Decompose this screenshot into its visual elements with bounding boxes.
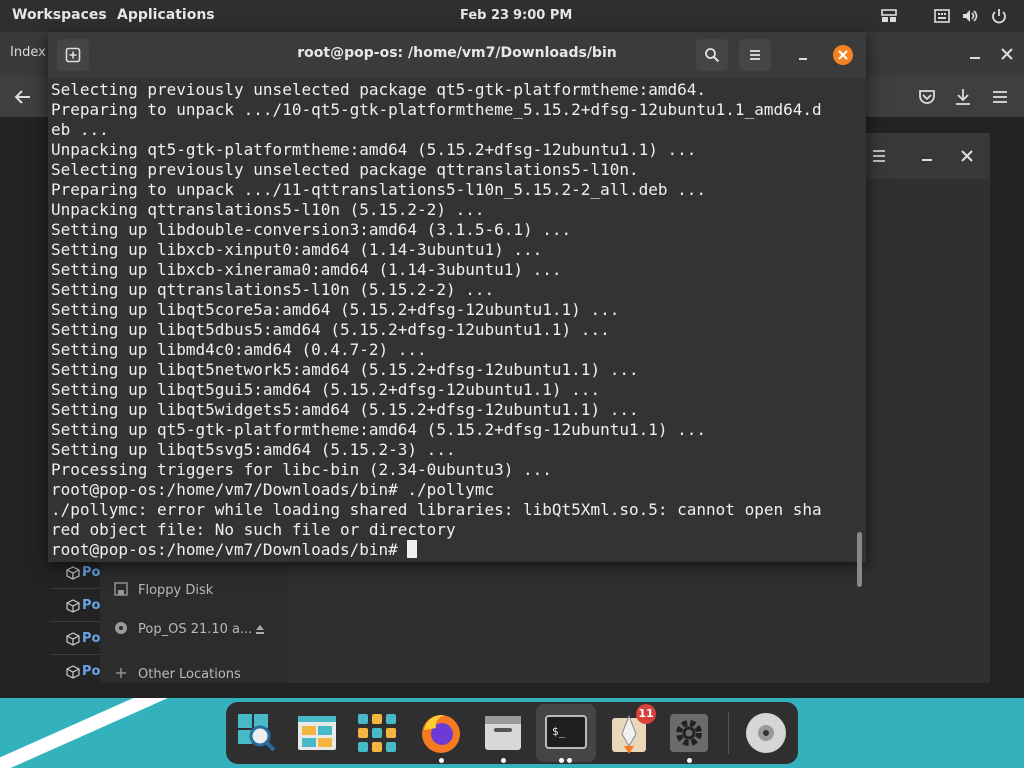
menu-icon[interactable]: [985, 82, 1015, 112]
sidebar-item-other-locations[interactable]: Other Locations: [114, 666, 241, 682]
hamburger-icon: [750, 50, 760, 60]
settings-icon[interactable]: [666, 710, 712, 756]
sidebar-item-label: Floppy Disk: [138, 583, 214, 598]
minimize-icon[interactable]: [788, 40, 818, 70]
terminal-line: Setting up libxcb-xinput0:amd64 (1.14-3u…: [51, 240, 543, 259]
package-icon: [66, 632, 80, 646]
dock-separator: [728, 712, 729, 754]
terminal-line: root@pop-os:/home/vm7/Downloads/bin# ./p…: [51, 480, 495, 499]
running-indicator: [439, 758, 444, 763]
running-indicator: [559, 758, 564, 763]
dock: $_: [226, 702, 798, 764]
terminal-line: Setting up libqt5core5a:amd64 (5.15.2+df…: [51, 300, 620, 319]
top-bar: Workspaces Applications Feb 23 9:00 PM: [0, 0, 1024, 32]
running-indicator: [501, 758, 506, 763]
terminal-icon[interactable]: $_: [543, 710, 589, 756]
terminal-line: ./pollymc: error while loading shared li…: [51, 500, 822, 519]
disc-icon: [115, 622, 127, 634]
menu-button[interactable]: [739, 39, 771, 71]
floppy-icon: [114, 582, 128, 596]
search-icon: [705, 48, 720, 63]
terminal-line: Setting up qt5-gtk-platformtheme:amd64 (…: [51, 420, 707, 439]
tile-windows-icon[interactable]: [880, 7, 898, 25]
terminal-line: eb ...: [51, 120, 109, 139]
keyboard-icon[interactable]: [933, 7, 951, 25]
terminal-scrollbar[interactable]: [857, 532, 862, 587]
clock-time[interactable]: 9:00 PM: [513, 8, 572, 23]
package-icon: [66, 566, 80, 580]
back-arrow-icon[interactable]: [8, 82, 38, 112]
download-icon[interactable]: [948, 82, 978, 112]
close-icon[interactable]: [828, 40, 858, 70]
text-cursor: [407, 540, 418, 558]
list-item-label: Po: [82, 598, 101, 613]
package-icon: [66, 665, 80, 679]
wallpaper-stripe: [0, 698, 212, 768]
svg-text:$_: $_: [552, 725, 566, 738]
terminal-line: Preparing to unpack .../10-qt5-gtk-platf…: [51, 100, 822, 119]
terminal-line: Unpacking qt5-gtk-platformtheme:amd64 (5…: [51, 140, 697, 159]
terminal-line: Processing triggers for libc-bin (2.34-0…: [51, 460, 552, 479]
eject-icon[interactable]: [254, 623, 266, 635]
terminal-line: Setting up libqt5dbus5:amd64 (5.15.2+dfs…: [51, 320, 610, 339]
terminal-output[interactable]: Selecting previously unselected package …: [48, 78, 866, 562]
terminal-prompt: root@pop-os:/home/vm7/Downloads/bin#: [51, 540, 408, 559]
terminal-line: Selecting previously unselected package …: [51, 160, 639, 179]
close-icon[interactable]: [992, 39, 1022, 69]
terminal-line: Setting up libqt5gui5:amd64 (5.15.2+dfsg…: [51, 380, 601, 399]
search-button[interactable]: [696, 39, 728, 71]
terminal-line: red object file: No such file or directo…: [51, 520, 456, 539]
terminal-line: Setting up libqt5widgets5:amd64 (5.15.2+…: [51, 400, 639, 419]
pop-shop-icon[interactable]: [234, 710, 280, 756]
terminal-titlebar[interactable]: root@pop-os: /home/vm7/Downloads/bin: [48, 32, 866, 78]
terminal-line: Setting up libqt5svg5:amd64 (5.15.2-3) .…: [51, 440, 456, 459]
close-icon[interactable]: [952, 141, 982, 171]
menu-icon[interactable]: [864, 141, 894, 171]
minimize-icon[interactable]: [960, 40, 990, 70]
minimize-icon[interactable]: [912, 141, 942, 171]
running-indicator: [687, 758, 692, 763]
terminal-line: Unpacking qttranslations5-l10n (5.15.2-2…: [51, 200, 485, 219]
list-item-label: Po: [82, 664, 101, 679]
clock-date[interactable]: Feb 23: [460, 8, 509, 23]
volume-icon[interactable]: [961, 7, 979, 25]
list-item-label: Po: [82, 631, 101, 646]
workspaces-icon[interactable]: [294, 710, 340, 756]
terminal-line: Setting up libqt5network5:amd64 (5.15.2+…: [51, 360, 639, 379]
list-item[interactable]: Po: [50, 621, 100, 654]
notification-badge: 11: [636, 704, 656, 724]
terminal-line: Selecting previously unselected package …: [51, 80, 707, 99]
applications-button[interactable]: Applications: [117, 7, 215, 23]
pocket-icon[interactable]: [912, 82, 942, 112]
sidebar-item-pop-os[interactable]: Pop_OS 21.10 a...: [114, 621, 264, 637]
sidebar-item-label: Other Locations: [138, 667, 241, 682]
terminal-line: Setting up qttranslations5-l10n (5.15.2-…: [51, 280, 495, 299]
package-icon: [66, 599, 80, 613]
workspaces-button[interactable]: Workspaces: [12, 7, 107, 23]
list-item[interactable]: Po: [50, 654, 100, 687]
terminal-line: Setting up libmd4c0:amd64 (0.4.7-2) ...: [51, 340, 427, 359]
files-icon[interactable]: [480, 710, 526, 756]
sidebar-item-floppy[interactable]: Floppy Disk: [114, 582, 213, 598]
firefox-icon[interactable]: [418, 710, 464, 756]
sidebar-item-label: Pop_OS 21.10 a...: [138, 622, 253, 637]
list-item[interactable]: Po: [50, 588, 100, 621]
terminal-line: Preparing to unpack .../11-qttranslation…: [51, 180, 707, 199]
terminal-window[interactable]: root@pop-os: /home/vm7/Downloads/bin Sel…: [48, 32, 866, 587]
app-grid-icon[interactable]: [354, 710, 400, 756]
list-item-label: Po: [82, 565, 101, 580]
plus-icon: [116, 668, 126, 678]
terminal-prompt-line[interactable]: root@pop-os:/home/vm7/Downloads/bin#: [51, 540, 866, 560]
disc-icon[interactable]: [743, 710, 789, 756]
power-icon[interactable]: [990, 7, 1008, 25]
terminal-line: Setting up libdouble-conversion3:amd64 (…: [51, 220, 572, 239]
terminal-line: Setting up libxcb-xinerama0:amd64 (1.14-…: [51, 260, 562, 279]
running-indicator: [567, 758, 572, 763]
